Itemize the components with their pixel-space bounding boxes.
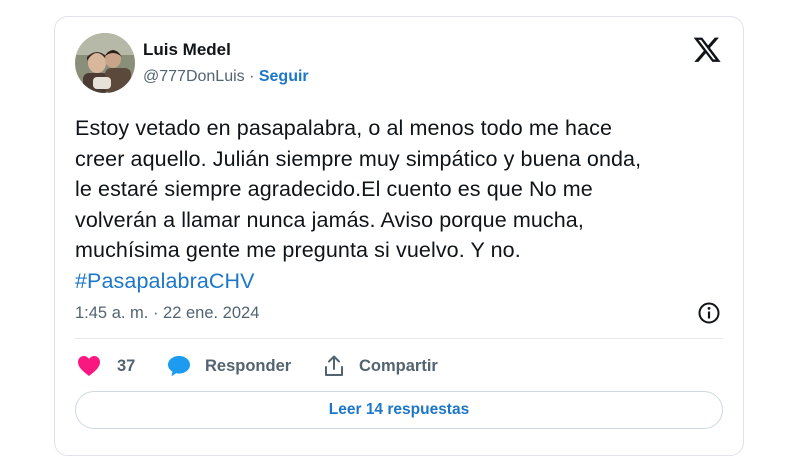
follow-button[interactable]: Seguir [259, 68, 309, 85]
reply-label: Responder [205, 356, 292, 375]
tweet-text: Estoy vetado en pasapalabra, o al menos … [75, 113, 725, 296]
tweet-text-line: volverán a llamar nunca jamás. Aviso por… [75, 207, 584, 232]
divider [75, 338, 723, 339]
tweet-text-line: creer aquello. Julián siempre muy simpát… [75, 146, 642, 171]
author-handle[interactable]: @777DonLuis [143, 68, 245, 85]
author-name[interactable]: Luis Medel [143, 40, 231, 60]
tweet-text-line: le estaré siempre agradecido.El cuento e… [75, 177, 593, 201]
x-logo-icon[interactable] [693, 37, 722, 63]
tweet-card: Luis Medel @777DonLuis · Seguir Estoy ve… [54, 16, 744, 456]
avatar[interactable] [75, 33, 135, 93]
author-handle-row: @777DonLuis · Seguir [143, 68, 309, 86]
share-label: Compartir [359, 356, 438, 375]
tweet-text-line: Estoy vetado en pasapalabra, o al menos … [75, 116, 613, 140]
share-icon [323, 355, 345, 377]
tweet-text-line: muchísima gente me pregunta si vuelvo. Y… [75, 238, 521, 262]
read-replies-button[interactable]: Leer 14 respuestas [75, 391, 723, 429]
share-button[interactable]: Compartir [323, 352, 438, 380]
heart-icon [77, 355, 101, 377]
tweet-timestamp[interactable]: 1:45 a. m. · 22 ene. 2024 [75, 304, 259, 323]
like-button[interactable]: 37 [77, 352, 135, 380]
reply-button[interactable]: Responder [167, 352, 291, 380]
like-count: 37 [117, 356, 136, 375]
handle-separator: · [244, 68, 259, 85]
info-icon[interactable] [697, 301, 721, 325]
comment-bubble-icon [167, 355, 191, 377]
hashtag-link[interactable]: #PasapalabraCHV [75, 269, 255, 293]
